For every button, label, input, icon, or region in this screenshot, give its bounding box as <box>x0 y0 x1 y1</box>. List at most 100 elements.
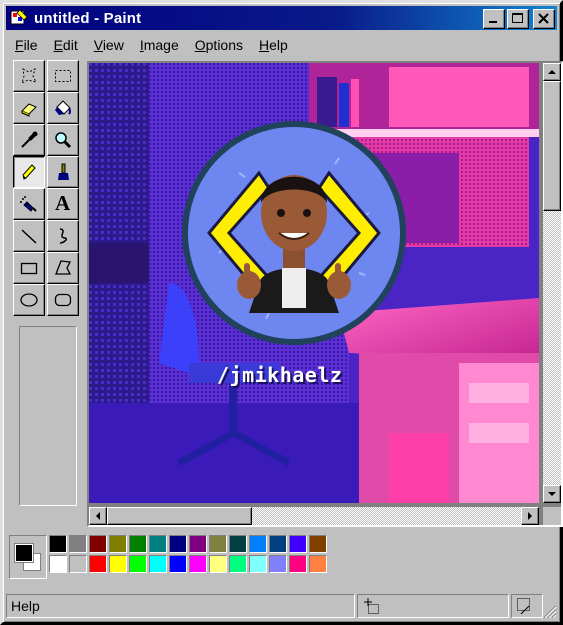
palette-swatch[interactable] <box>269 535 287 553</box>
maximize-button[interactable] <box>507 9 529 29</box>
horizontal-scroll-thumb[interactable] <box>107 507 252 525</box>
drawing-canvas[interactable]: /jmikhaelz <box>89 63 539 503</box>
vertical-scroll-thumb[interactable] <box>543 81 561 211</box>
color-picker-icon <box>21 131 38 148</box>
scroll-down-button[interactable] <box>543 485 561 503</box>
scroll-right-button[interactable] <box>521 507 539 525</box>
resize-grip[interactable] <box>541 603 557 619</box>
palette-swatch[interactable] <box>69 555 87 573</box>
canvas-username-text: /jmikhaelz <box>217 363 343 387</box>
palette-swatch[interactable] <box>169 555 187 573</box>
palette-swatch[interactable] <box>149 555 167 573</box>
fill-bucket-icon <box>55 100 71 115</box>
arrow-up-icon <box>548 70 556 74</box>
palette-swatch[interactable] <box>249 535 267 553</box>
horizontal-scrollbar[interactable] <box>89 507 539 525</box>
tool-brush[interactable] <box>47 156 79 188</box>
palette-swatch[interactable] <box>229 535 247 553</box>
rectangle-icon <box>20 262 38 275</box>
tool-rectangle-select[interactable] <box>47 60 79 92</box>
paint-app-icon[interactable] <box>10 9 28 27</box>
canvas-frame: /jmikhaelz <box>87 61 563 527</box>
palette-swatch[interactable] <box>129 555 147 573</box>
tool-free-form-select[interactable] <box>13 60 45 92</box>
color-palette <box>49 535 327 573</box>
tool-rounded-rectangle[interactable] <box>47 284 79 316</box>
eraser-icon <box>21 103 37 117</box>
status-help-text: Help <box>6 594 355 618</box>
tool-fill[interactable] <box>47 92 79 124</box>
menu-help[interactable]: Help <box>250 37 295 53</box>
title-bar[interactable]: untitled - Paint <box>6 6 557 30</box>
ellipse-icon <box>20 293 38 307</box>
palette-swatch[interactable] <box>309 535 327 553</box>
maximize-icon <box>512 13 523 23</box>
tool-eraser[interactable] <box>13 92 45 124</box>
palette-swatch[interactable] <box>269 555 287 573</box>
window-title: untitled - Paint <box>34 9 142 27</box>
scroll-corner <box>543 507 561 525</box>
tool-line[interactable] <box>13 220 45 252</box>
scroll-up-button[interactable] <box>543 63 561 81</box>
close-button[interactable] <box>533 9 555 29</box>
tool-curve[interactable] <box>47 220 79 252</box>
vertical-scrollbar[interactable] <box>543 63 561 503</box>
palette-swatch[interactable] <box>49 535 67 553</box>
line-icon <box>21 229 37 244</box>
palette-swatch[interactable] <box>149 535 167 553</box>
palette-swatch[interactable] <box>49 555 67 573</box>
status-cursor-position <box>357 594 509 618</box>
tool-ellipse[interactable] <box>13 284 45 316</box>
current-colors[interactable] <box>9 535 47 579</box>
menu-edit[interactable]: Edit <box>45 37 85 53</box>
palette-swatch[interactable] <box>189 555 207 573</box>
palette-swatch[interactable] <box>289 555 307 573</box>
tool-polygon[interactable] <box>47 252 79 284</box>
menu-image[interactable]: Image <box>131 37 186 53</box>
palette-swatch[interactable] <box>69 535 87 553</box>
rounded-rectangle-icon <box>54 293 72 307</box>
tool-airbrush[interactable] <box>13 188 45 220</box>
menu-bar: File Edit View Image Options Help <box>6 33 557 57</box>
arrow-left-icon <box>96 512 100 520</box>
palette-swatch[interactable] <box>109 535 127 553</box>
status-bar: Help <box>6 593 557 619</box>
palette-swatch[interactable] <box>289 535 307 553</box>
palette-swatch[interactable] <box>169 535 187 553</box>
tool-color-picker[interactable] <box>13 124 45 156</box>
tool-magnifier[interactable] <box>47 124 79 156</box>
minimize-icon <box>489 21 497 23</box>
paint-window: untitled - Paint File Edit View Image Op… <box>0 0 563 625</box>
arrow-right-icon <box>528 512 532 520</box>
foreground-color-swatch[interactable] <box>14 543 34 563</box>
polygon-icon <box>55 260 72 275</box>
palette-swatch[interactable] <box>249 555 267 573</box>
toolbox: A <box>9 58 81 513</box>
menu-view[interactable]: View <box>85 37 131 53</box>
palette-swatch[interactable] <box>109 555 127 573</box>
text-tool-icon: A <box>55 191 71 215</box>
menu-options[interactable]: Options <box>186 37 250 53</box>
curve-icon <box>59 228 68 244</box>
tool-rectangle[interactable] <box>13 252 45 284</box>
palette-swatch[interactable] <box>89 555 107 573</box>
close-icon <box>538 13 549 24</box>
tool-options-box[interactable] <box>19 326 77 506</box>
color-box <box>9 533 557 581</box>
palette-swatch[interactable] <box>209 555 227 573</box>
rectangle-select-icon <box>55 70 71 82</box>
palette-swatch[interactable] <box>89 535 107 553</box>
menu-file[interactable]: File <box>6 37 45 53</box>
minimize-button[interactable] <box>483 9 505 29</box>
magnifier-icon <box>55 132 72 149</box>
scroll-left-button[interactable] <box>89 507 107 525</box>
tool-text[interactable]: A <box>47 188 79 220</box>
palette-swatch[interactable] <box>209 535 227 553</box>
brush-icon <box>58 163 69 180</box>
palette-swatch[interactable] <box>309 555 327 573</box>
palette-swatch[interactable] <box>229 555 247 573</box>
palette-swatch[interactable] <box>189 535 207 553</box>
canvas-image <box>89 63 539 503</box>
palette-swatch[interactable] <box>129 535 147 553</box>
tool-pencil[interactable] <box>13 156 45 188</box>
